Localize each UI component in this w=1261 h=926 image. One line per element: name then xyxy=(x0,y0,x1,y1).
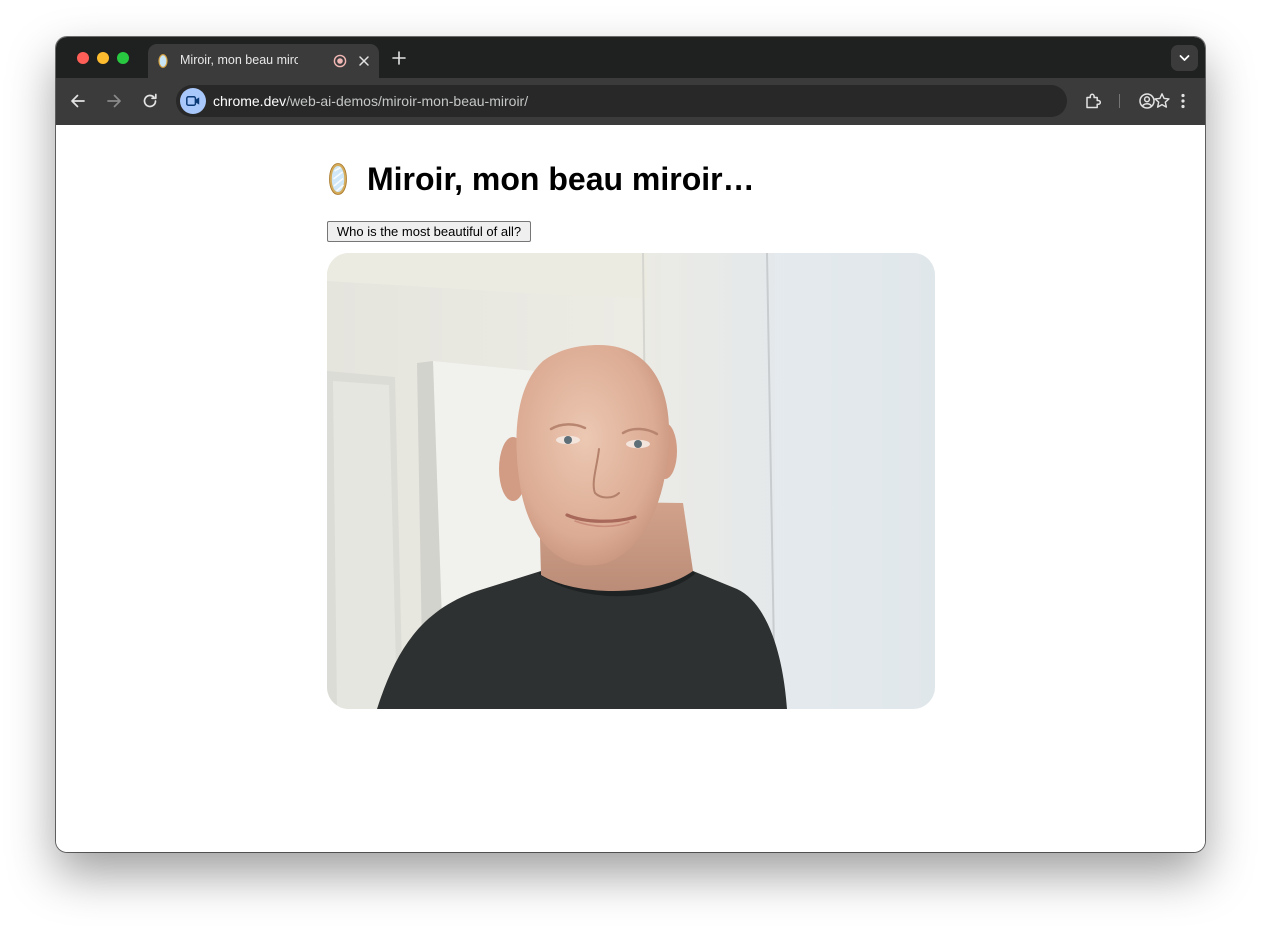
minimize-window-button[interactable] xyxy=(97,52,109,64)
page-heading: Miroir, mon beau miroir… xyxy=(367,160,755,197)
browser-window: Miroir, mon beau miroir... xyxy=(56,37,1205,852)
ask-mirror-button[interactable]: Who is the most beautiful of all? xyxy=(327,221,531,242)
maximize-window-button[interactable] xyxy=(117,52,129,64)
forward-arrow-icon[interactable] xyxy=(104,91,124,111)
back-arrow-icon[interactable] xyxy=(68,91,88,111)
browser-toolbar: chrome.dev/web-ai-demos/miroir-mon-beau-… xyxy=(56,78,1205,125)
tab-active[interactable]: Miroir, mon beau miroir... xyxy=(148,44,379,78)
tab-strip: Miroir, mon beau miroir... xyxy=(56,37,1205,78)
extensions-icon[interactable] xyxy=(1083,91,1103,111)
url-text: chrome.dev/web-ai-demos/miroir-mon-beau-… xyxy=(213,93,528,109)
toolbar-divider xyxy=(1119,94,1120,108)
chevron-down-icon xyxy=(1179,55,1190,61)
close-window-button[interactable] xyxy=(77,52,89,64)
more-menu-icon[interactable] xyxy=(1173,91,1193,111)
recording-icon xyxy=(333,54,347,68)
webcam-video xyxy=(327,253,935,709)
url-host: chrome.dev xyxy=(213,93,287,109)
mirror-icon xyxy=(329,163,347,195)
video-camera-icon xyxy=(186,96,200,106)
webcam-frame xyxy=(327,253,935,709)
reload-icon[interactable] xyxy=(140,91,160,111)
profile-icon[interactable] xyxy=(1137,91,1157,111)
page-content: Miroir, mon beau miroir… Who is the most… xyxy=(56,125,1205,852)
url-path: /web-ai-demos/miroir-mon-beau-miroir/ xyxy=(286,93,529,109)
mirror-icon xyxy=(158,54,168,68)
new-tab-icon[interactable] xyxy=(391,50,407,66)
tab-search-button[interactable] xyxy=(1171,45,1198,71)
close-tab-icon[interactable] xyxy=(357,54,371,68)
tab-title: Miroir, mon beau miroir... xyxy=(180,53,298,67)
page-title: Miroir, mon beau miroir… xyxy=(327,159,755,199)
address-bar[interactable]: chrome.dev/web-ai-demos/miroir-mon-beau-… xyxy=(176,85,1170,117)
site-info-chip[interactable] xyxy=(180,88,206,114)
